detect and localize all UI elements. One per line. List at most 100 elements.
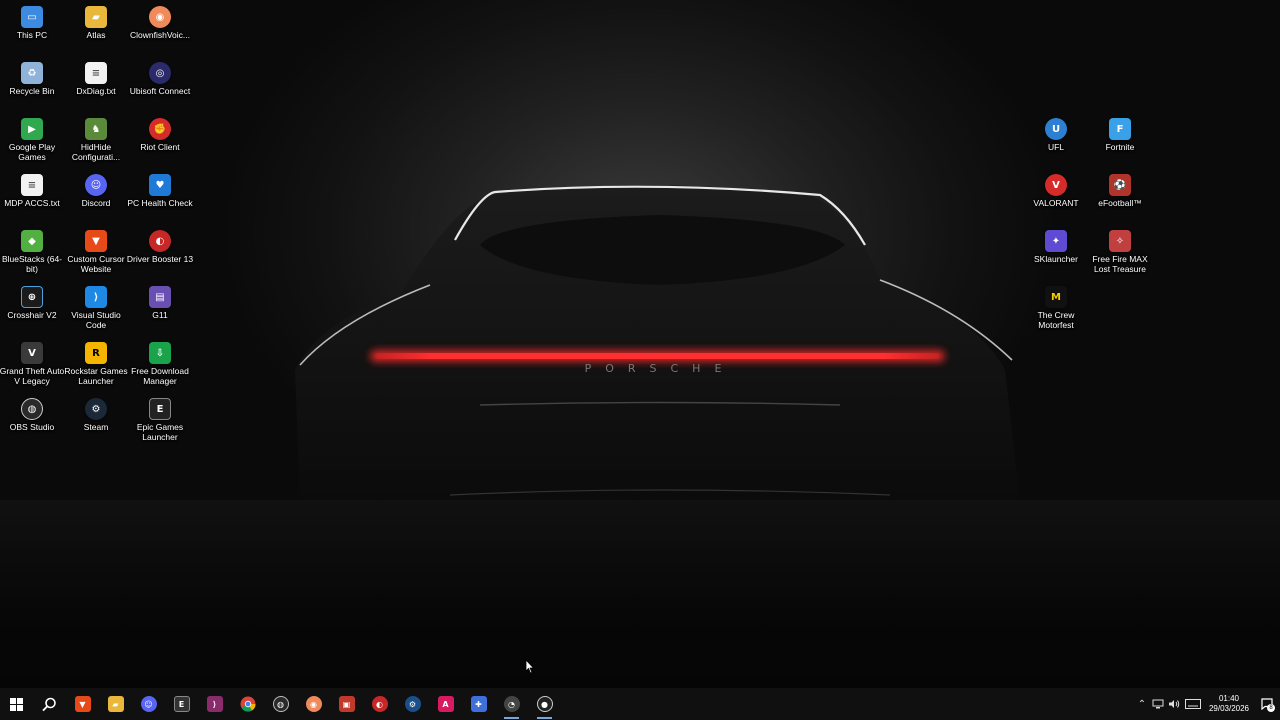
desktop-icon-rockstar[interactable]: R Rockstar Games Launcher (64, 342, 128, 386)
pc-health-check-icon: ♥ (149, 174, 171, 196)
discord-icon: ☺ (140, 696, 157, 712)
text-file-icon: ≡ (21, 174, 43, 196)
desktop-icon-free-fire[interactable]: ✧ Free Fire MAX Lost Treasure (1088, 230, 1152, 274)
gamepad-icon: ✚ (470, 696, 487, 712)
text-file-icon: ≡ (85, 62, 107, 84)
taskbar-visual-studio[interactable]: ⟩ (198, 688, 231, 720)
taskbar-brave[interactable]: ▼ (66, 688, 99, 720)
taskbar-driver-booster[interactable]: ◐ (363, 688, 396, 720)
show-hidden-icons-chevron-icon[interactable]: ⌃ (1134, 688, 1150, 720)
taskbar-clownfish[interactable]: ◉ (297, 688, 330, 720)
steam-icon: ⚙ (404, 696, 421, 712)
anydesk-icon: A (437, 696, 454, 712)
bluestacks-icon: ◆ (21, 230, 43, 252)
recycle-bin-icon: ♻ (21, 62, 43, 84)
this-pc-icon: ▭ (21, 6, 43, 28)
brave-icon: ▼ (74, 696, 91, 712)
porsche-wallpaper-image: PORSCHE (295, 185, 1020, 500)
desktop-wallpaper: PORSCHE ▭ This PC ▰ Atlas ◉ ClownfishVoic..… (0, 0, 1280, 688)
taskbar-file-explorer[interactable]: ▰ (99, 688, 132, 720)
desktop-icon-recycle-bin[interactable]: ♻ Recycle Bin (0, 62, 64, 96)
chrome-icon (240, 696, 256, 712)
crosshair-icon: ⊕ (21, 286, 43, 308)
file-explorer-icon: ▰ (107, 696, 124, 712)
desktop-icon-riot-client[interactable]: ✊ Riot Client (128, 118, 192, 152)
clock-time: 01:40 (1218, 694, 1240, 703)
desktop-icon-atlas[interactable]: ▰ Atlas (64, 6, 128, 40)
taskbar-epic-games[interactable]: E (165, 688, 198, 720)
obs-icon: ◍ (21, 398, 43, 420)
taskbar-chrome[interactable] (231, 688, 264, 720)
desktop-icon-ubisoft[interactable]: ◎ Ubisoft Connect (128, 62, 192, 96)
svg-text:PORSCHE: PORSCHE (585, 362, 736, 375)
desktop-icon-valorant[interactable]: V VALORANT (1024, 174, 1088, 208)
gta-icon: V (21, 342, 43, 364)
desktop-icon-sklauncher[interactable]: ✦ SKlauncher (1024, 230, 1088, 264)
desktop-icon-bluestacks[interactable]: ◆ BlueStacks (64-bit) (0, 230, 64, 274)
speedometer-icon: ◔ (503, 696, 520, 712)
desktop-icon-the-crew[interactable]: M The Crew Motorfest (1024, 286, 1088, 330)
desktop-icon-hidhide[interactable]: ♞ HidHide Configurati... (64, 118, 128, 162)
folder-icon: ▰ (85, 6, 107, 28)
fortnite-icon: F (1109, 118, 1131, 140)
desktop-icon-epic-games[interactable]: E Epic Games Launcher (128, 398, 192, 442)
search-button[interactable] (33, 688, 66, 720)
epic-games-icon: E (149, 398, 171, 420)
volume-icon[interactable] (1166, 688, 1182, 720)
desktop-icon-driver-booster[interactable]: ◐ Driver Booster 13 (127, 230, 193, 264)
notification-center-button[interactable]: 8 (1254, 688, 1280, 720)
clownfish-icon: ◉ (149, 6, 171, 28)
desktop-icon-mdp-accs[interactable]: ≡ MDP ACCS.txt (0, 174, 64, 208)
free-fire-icon: ✧ (1109, 230, 1131, 252)
desktop-icon-crosshair[interactable]: ⊕ Crosshair V2 (0, 286, 64, 320)
the-crew-icon: M (1045, 286, 1067, 308)
desktop-icon-ufl[interactable]: U UFL (1024, 118, 1088, 152)
taskbar-game-app[interactable]: ▣ (330, 688, 363, 720)
driver-booster-icon: ◐ (149, 230, 171, 252)
desktop-icon-google-play-games[interactable]: ▶ Google Play Games (0, 118, 64, 162)
desktop-icon-gta-v[interactable]: V Grand Theft Auto V Legacy (0, 342, 64, 386)
google-play-games-icon: ▶ (21, 118, 43, 140)
desktop-icon-custom-cursor[interactable]: ▼ Custom Cursor Website (64, 230, 128, 274)
notification-count-badge: 8 (1267, 704, 1275, 712)
clock[interactable]: 01:40 29/03/2026 (1204, 688, 1254, 720)
keyboard-icon[interactable] (1182, 688, 1204, 720)
desktop-icon-g11[interactable]: ▤ G11 (128, 286, 192, 320)
desktop-icon-fortnite[interactable]: F Fortnite (1088, 118, 1152, 152)
network-icon[interactable] (1150, 688, 1166, 720)
obs-icon: ◍ (272, 696, 289, 712)
epic-games-icon: E (173, 696, 190, 712)
taskbar-discord[interactable]: ☺ (132, 688, 165, 720)
taskbar-record[interactable]: ● (528, 688, 561, 720)
mouse-cursor-icon (525, 659, 535, 674)
wallpaper-floor (0, 500, 1280, 688)
clock-date: 29/03/2026 (1208, 704, 1250, 713)
taskbar-gamepad[interactable]: ✚ (462, 688, 495, 720)
search-icon (42, 697, 56, 711)
desktop-icon-steam[interactable]: ⚙ Steam (64, 398, 128, 432)
desktop-icon-clownfish[interactable]: ◉ ClownfishVoic... (128, 6, 192, 40)
desktop-icon-dxdiag[interactable]: ≡ DxDiag.txt (64, 62, 128, 96)
riot-client-icon: ✊ (149, 118, 171, 140)
windows-start-icon (10, 697, 23, 711)
desktop-icon-fdm[interactable]: ⇩ Free Download Manager (128, 342, 192, 386)
desktop-icon-vscode[interactable]: ⟩ Visual Studio Code (64, 286, 128, 330)
desktop-icon-efootball[interactable]: ⚽ eFootball™ (1088, 174, 1152, 208)
visual-studio-icon: ⟩ (206, 696, 223, 712)
start-button[interactable] (0, 688, 33, 720)
steam-icon: ⚙ (85, 398, 107, 420)
system-tray: ⌃ 01:40 29/03/2026 8 (1134, 688, 1280, 720)
taskbar-steam[interactable]: ⚙ (396, 688, 429, 720)
desktop-icon-this-pc[interactable]: ▭ This PC (0, 6, 64, 40)
fdm-icon: ⇩ (149, 342, 171, 364)
taskbar-obs[interactable]: ◍ (264, 688, 297, 720)
sklauncher-icon: ✦ (1045, 230, 1067, 252)
taskbar-speedometer[interactable]: ◔ (495, 688, 528, 720)
clownfish-icon: ◉ (305, 696, 322, 712)
desktop-icon-obs[interactable]: ◍ OBS Studio (0, 398, 64, 432)
desktop-icon-discord[interactable]: ☺ Discord (64, 174, 128, 208)
rockstar-icon: R (85, 342, 107, 364)
desktop-icon-pc-health-check[interactable]: ♥ PC Health Check (127, 174, 193, 208)
driver-booster-icon: ◐ (371, 696, 388, 712)
taskbar-anydesk[interactable]: A (429, 688, 462, 720)
